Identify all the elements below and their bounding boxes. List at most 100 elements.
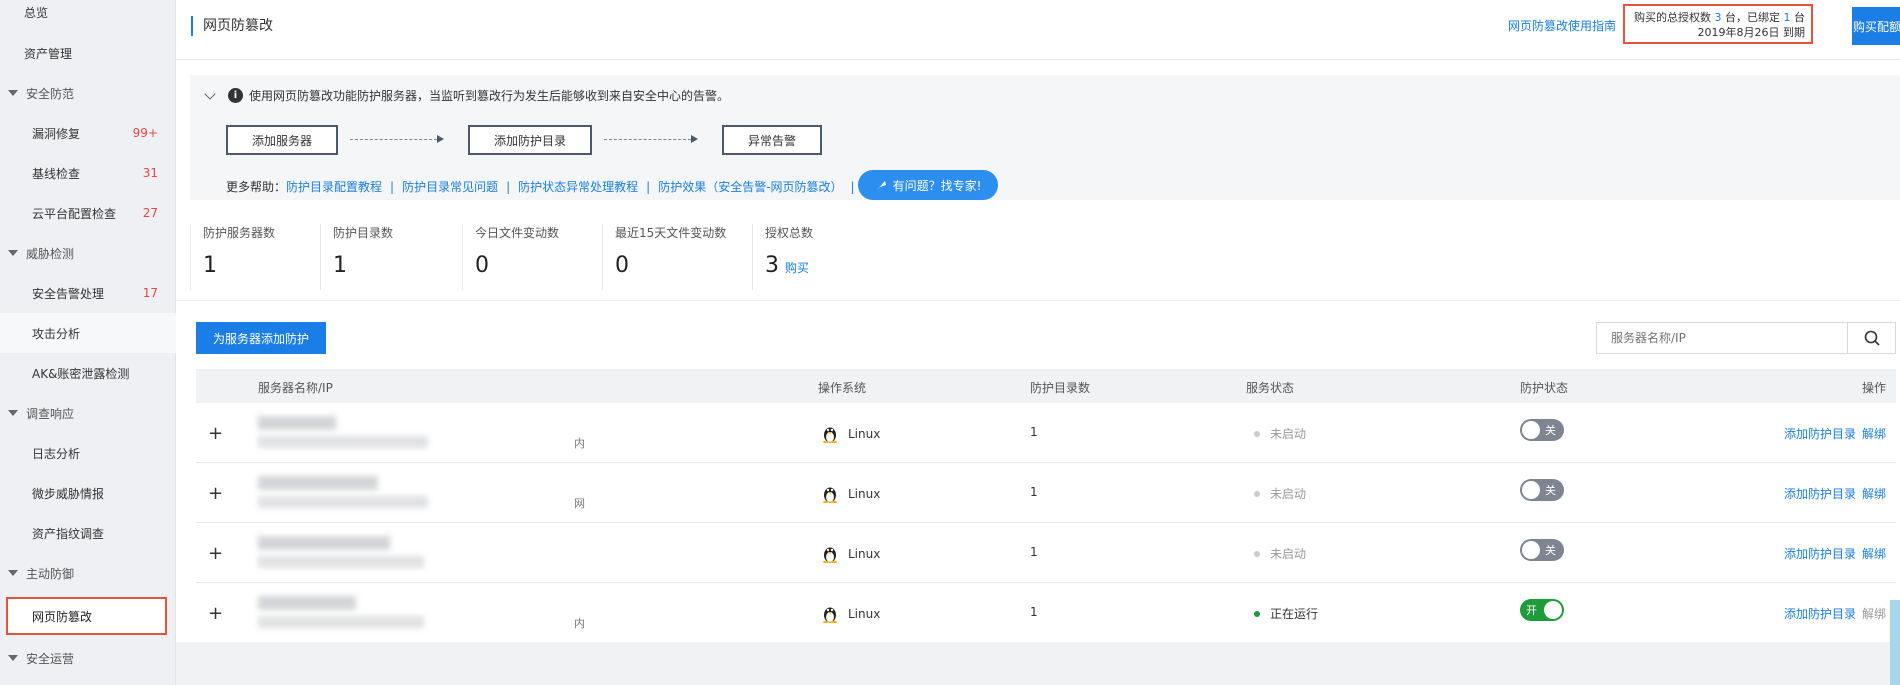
sidebar-item-label: 云平台配置检查 [32,206,117,221]
status-dot-icon [1254,550,1260,557]
server-ip-suffix: 内 [574,617,585,630]
status-text: 未启动 [1270,427,1307,441]
unbind-link[interactable]: 解绑 [1862,607,1886,621]
help-link-faq[interactable]: 防护目录常见问题 [402,178,498,195]
unbind-link[interactable]: 解绑 [1862,487,1886,501]
caret-down-icon [8,250,18,256]
sidebar-item-vuln-fix[interactable]: 漏洞修复 99+ [0,113,176,153]
add-dir-link[interactable]: 添加防护目录 [1784,547,1856,561]
stat-licenses: 授权总数 3 购买 [752,224,902,290]
app-root: 总览 资产管理 安全防范 漏洞修复 99+ 基线检查 31 云平台配置检查 27 威胁… [0,0,1900,685]
ask-expert-button[interactable]: 有问题？找专家! [858,170,998,200]
server-name-redacted [258,596,356,610]
row-actions: 添加防护目录 解绑 [1784,485,1886,502]
table-header: 服务器名称/IP 操作系统 防护目录数 服务状态 防护状态 操作 [196,369,1896,403]
caret-down-icon [8,90,18,96]
info-tip-text: 使用网页防篡改功能防护服务器，当监听到篡改行为发生后能够收到来自安全中心的告警。 [249,89,730,103]
sidebar-item-asset-mgmt[interactable]: 资产管理 [0,33,176,73]
protection-toggle[interactable]: 关 [1520,419,1564,441]
sidebar-item-alerts[interactable]: 安全告警处理 17 [0,273,176,313]
server-ip-suffix: 内 [574,437,585,450]
expand-plus-icon[interactable]: + [208,423,223,444]
sidebar-item-baseline[interactable]: 基线检查 31 [0,153,176,193]
stat-15day-changes: 最近15天文件变动数 0 [602,224,752,290]
buy-quota-button[interactable]: 购买配额 [1852,7,1900,45]
stat-label: 授权总数 [765,226,814,240]
sidebar-item-cloud-config[interactable]: 云平台配置检查 27 [0,193,176,233]
guide-link[interactable]: 网页防篡改使用指南 [1508,17,1616,34]
collapse-chevron-icon[interactable] [204,87,216,100]
expand-plus-icon[interactable]: + [208,483,223,504]
sidebar-item-label: 攻击分析 [32,326,81,341]
status-dot-icon [1254,610,1260,617]
search-input[interactable] [1597,323,1847,353]
protection-toggle[interactable]: 开 [1520,599,1564,621]
search-button[interactable] [1847,323,1895,353]
server-ip-redacted [258,616,424,628]
page-header: 网页防篡改 网页防篡改使用指南 购买的总授权数 3 台，已绑定 1 台 2019… [176,0,1900,60]
side-feedback-tab[interactable] [1890,600,1900,685]
os-cell: Linux [822,545,880,563]
caret-down-icon [8,655,18,661]
add-dir-link[interactable]: 添加防护目录 [1784,607,1856,621]
server-name-redacted [258,416,336,430]
stat-buy-link[interactable]: 购买 [785,261,809,275]
service-status: 未启动 [1254,425,1306,442]
expand-plus-icon[interactable]: + [208,603,223,624]
license-expire: 2019年8月26日 到期 [1697,26,1806,39]
server-name-redacted [258,476,378,490]
dir-count: 1 [1030,425,1038,439]
sidebar-item-ak-leak[interactable]: AK&账密泄露检测 [0,353,176,393]
row-actions: 添加防护目录 解绑 [1784,545,1886,562]
add-protection-button[interactable]: 为服务器添加防护 [196,322,326,354]
sidebar-group-threat[interactable]: 威胁检测 [0,233,176,273]
sidebar-item-threat-intel[interactable]: 微步威胁情报 [0,473,176,513]
col-protection-status: 防护状态 [1520,381,1569,395]
status-text: 未启动 [1270,547,1307,561]
help-link-status[interactable]: 防护状态异常处理教程 [518,178,638,195]
stat-label: 今日文件变动数 [475,226,560,240]
stat-label: 防护服务器数 [203,226,276,240]
sidebar-group-label: 安全防范 [26,86,75,101]
help-link-config[interactable]: 防护目录配置教程 [286,178,382,195]
sidebar-item-log-analysis[interactable]: 日志分析 [0,433,176,473]
service-status: 正在运行 [1254,605,1318,622]
expand-plus-icon[interactable]: + [208,543,223,564]
step-add-dir: 添加防护目录 [468,125,592,155]
sidebar-item-attack-analysis[interactable]: 攻击分析 [0,313,176,353]
sidebar-group-investigate[interactable]: 调查响应 [0,393,176,433]
sidebar-group-label: 安全运营 [26,651,75,666]
sidebar-count-badge: 27 [142,206,158,220]
add-dir-link[interactable]: 添加防护目录 [1784,427,1856,441]
license-total: 3 [1714,11,1722,24]
sidebar-item-label: 微步威胁情报 [32,486,105,501]
sidebar-group-security[interactable]: 安全防范 [0,73,176,113]
service-status: 未启动 [1254,545,1306,562]
help-links: 更多帮助： 防护目录配置教程 | 防护目录常见问题 | 防护状态异常处理教程 | 防护… [226,178,855,195]
sidebar-item-overview[interactable]: 总览 [0,0,176,32]
protection-toggle[interactable]: 关 [1520,479,1564,501]
linux-penguin-icon [823,607,837,623]
help-link-effect[interactable]: 防护效果（安全告警-网页防篡改） [658,178,842,195]
unbind-link[interactable]: 解绑 [1862,427,1886,441]
table-row: + 内 Linux 1 正在运行 开 添加防护目录 解绑 [196,583,1896,643]
sidebar-item-web-tamper[interactable]: 网页防篡改 [6,597,167,635]
status-text: 正在运行 [1270,607,1319,621]
stat-label: 最近15天文件变动数 [615,226,727,240]
divider [176,300,1900,301]
add-dir-link[interactable]: 添加防护目录 [1784,487,1856,501]
sidebar-group-ops[interactable]: 安全运营 [0,638,176,678]
col-os: 操作系统 [818,381,867,395]
dir-count: 1 [1030,605,1038,619]
status-text: 未启动 [1270,487,1307,501]
protection-toggle[interactable]: 关 [1520,539,1564,561]
sidebar-item-label: 总览 [24,5,49,20]
help-label: 更多帮助： [226,180,287,194]
feather-icon [876,181,886,190]
col-dirs: 防护目录数 [1030,381,1091,395]
sidebar-item-asset-fingerprint[interactable]: 资产指纹调查 [0,513,176,553]
sidebar-group-active-defense[interactable]: 主动防御 [0,553,176,593]
table-row: + 内 Linux 1 未启动 关 添加防护目录 解绑 [196,403,1896,463]
step-add-server: 添加服务器 [226,125,338,155]
unbind-link[interactable]: 解绑 [1862,547,1886,561]
